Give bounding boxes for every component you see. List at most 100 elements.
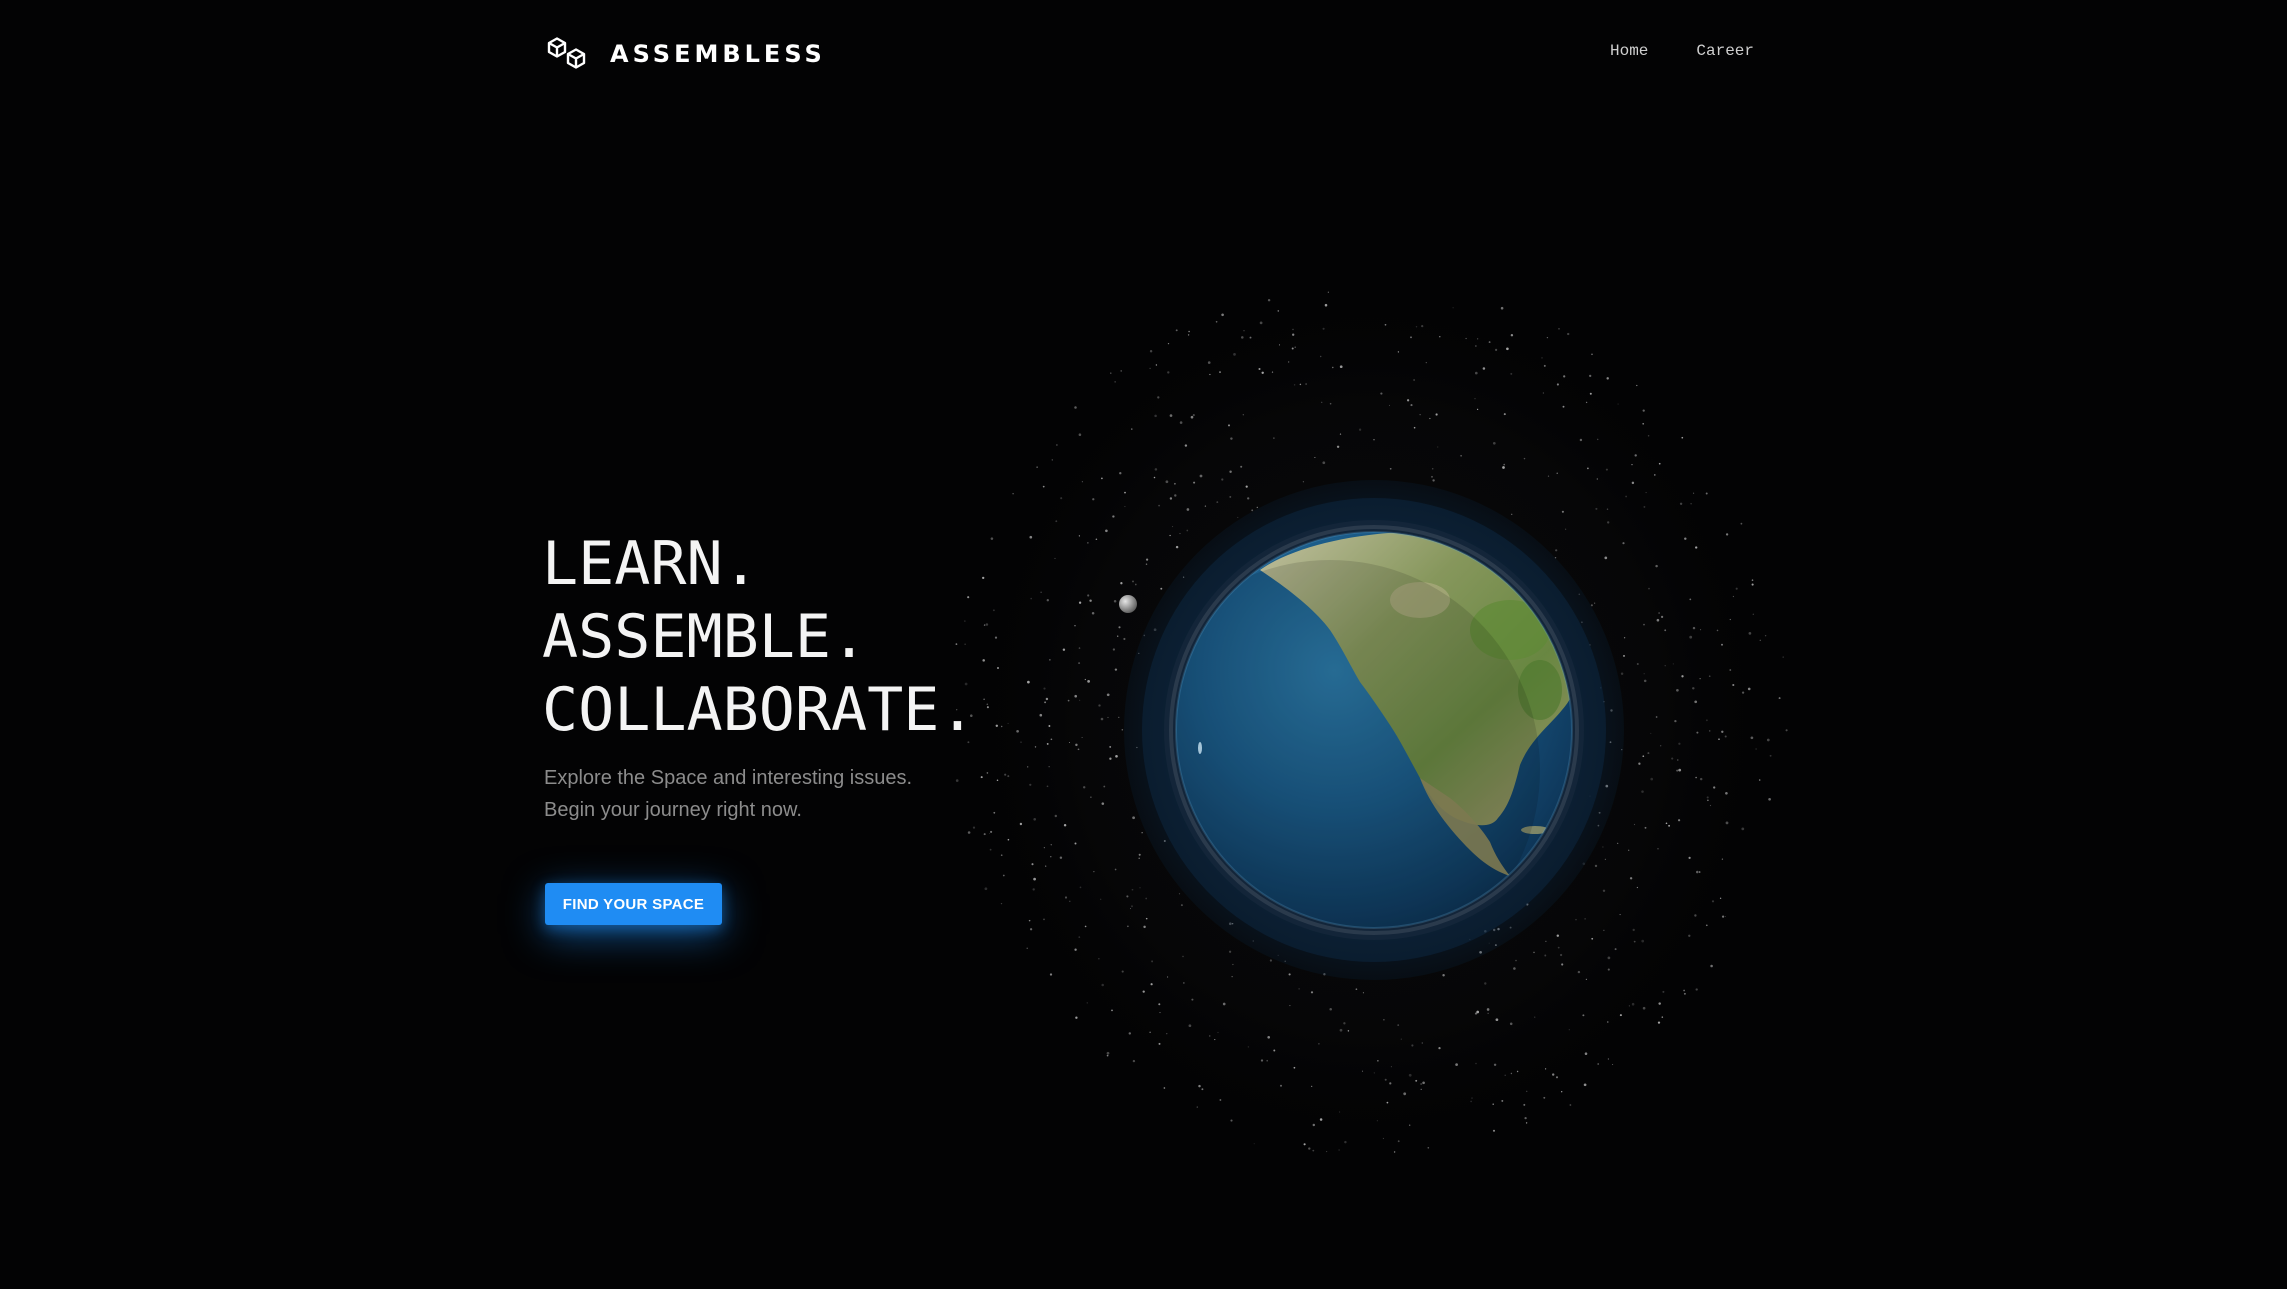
star: [1261, 371, 1264, 375]
star: [1778, 697, 1781, 700]
star: [1386, 1101, 1389, 1104]
star: [1240, 465, 1243, 468]
star: [1584, 918, 1586, 920]
star: [1556, 472, 1558, 474]
star: [1134, 583, 1137, 586]
star: [1724, 735, 1727, 738]
star: [1766, 738, 1770, 742]
star: [1510, 372, 1513, 375]
star: [1083, 786, 1086, 789]
star: [1046, 742, 1049, 745]
star: [1606, 377, 1609, 380]
star: [1121, 970, 1124, 973]
star: [1438, 1046, 1441, 1050]
star: [1044, 701, 1047, 704]
star: [1647, 752, 1650, 755]
star: [1769, 754, 1772, 757]
main-nav: Home Career: [1610, 42, 1754, 60]
star: [1768, 797, 1771, 801]
star: [1298, 988, 1300, 990]
nav-link-home[interactable]: Home: [1610, 42, 1648, 60]
star: [1169, 497, 1173, 500]
star: [1602, 889, 1606, 893]
star: [1413, 379, 1415, 381]
star: [1339, 1028, 1343, 1032]
star: [1677, 759, 1679, 761]
star: [1288, 361, 1290, 363]
star: [1752, 613, 1754, 615]
star: [1674, 719, 1677, 723]
star: [1277, 310, 1280, 312]
star: [1358, 428, 1362, 431]
star: [1435, 413, 1438, 416]
star: [964, 620, 966, 622]
star: [983, 698, 985, 700]
space-scene: [950, 270, 1800, 1170]
site-header: ASSEMBLESS Home Career: [0, 0, 2287, 110]
nav-link-career[interactable]: Career: [1696, 42, 1754, 60]
star: [1191, 998, 1194, 1001]
star: [1390, 1066, 1392, 1068]
star: [1078, 601, 1082, 604]
star: [1725, 533, 1729, 536]
star: [1555, 549, 1558, 552]
star: [1373, 1072, 1375, 1074]
star: [1565, 528, 1567, 530]
hero-subtitle: Explore the Space and interesting issues…: [544, 762, 912, 826]
star: [1216, 501, 1219, 504]
star: [1413, 426, 1416, 429]
brand-logo[interactable]: ASSEMBLESS: [546, 33, 826, 75]
star: [1347, 1030, 1350, 1032]
star: [1063, 824, 1067, 827]
star: [1339, 365, 1343, 369]
star: [1642, 1006, 1646, 1010]
star: [1292, 328, 1294, 331]
star: [1131, 428, 1133, 430]
star: [1128, 1032, 1132, 1035]
star: [1740, 522, 1743, 525]
star: [1688, 856, 1691, 860]
star: [1107, 716, 1109, 719]
star: [1393, 1151, 1396, 1153]
star: [1642, 755, 1645, 758]
find-your-space-button[interactable]: FIND YOUR SPACE: [545, 883, 722, 925]
star: [956, 709, 958, 711]
star: [1665, 822, 1668, 825]
star: [1042, 485, 1045, 488]
star: [1552, 1073, 1555, 1076]
star: [1422, 1081, 1425, 1085]
star: [1192, 414, 1195, 417]
star: [1045, 697, 1049, 701]
star: [1045, 865, 1047, 867]
star: [1172, 526, 1174, 528]
star: [1785, 729, 1788, 732]
star: [1724, 916, 1726, 918]
star: [1397, 1140, 1400, 1143]
star: [1174, 494, 1177, 497]
star: [997, 667, 999, 669]
star: [1516, 1070, 1519, 1073]
star: [1690, 503, 1692, 505]
star: [1681, 675, 1684, 678]
star: [1031, 863, 1034, 866]
star: [1227, 424, 1231, 427]
star: [1145, 917, 1148, 920]
star: [1109, 757, 1112, 760]
star: [1561, 1091, 1563, 1093]
star: [1782, 656, 1784, 658]
star: [984, 887, 988, 891]
hero-title-line-collaborate: COLLABORATE.: [542, 675, 976, 745]
star: [1695, 546, 1698, 549]
star: [986, 703, 989, 705]
star: [1750, 736, 1754, 740]
star: [1064, 896, 1068, 899]
star: [1683, 992, 1686, 995]
star: [1043, 847, 1045, 849]
star: [995, 724, 999, 728]
star: [1534, 1016, 1536, 1018]
star: [1075, 743, 1078, 747]
star: [1074, 842, 1077, 845]
star: [1719, 897, 1722, 899]
star: [1114, 381, 1116, 383]
star: [1050, 738, 1053, 741]
